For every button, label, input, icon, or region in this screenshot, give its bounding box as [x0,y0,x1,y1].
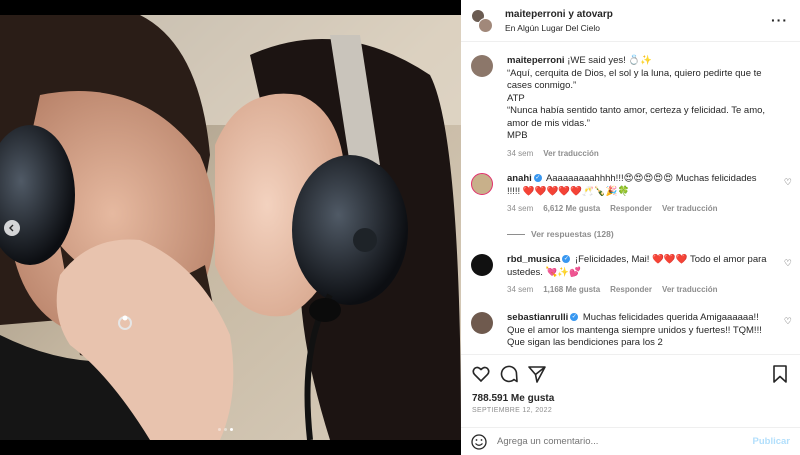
comment-likes[interactable]: 6,612 Me gusta [543,203,600,216]
add-comment-bar: Publicar [461,427,800,455]
comment-icon[interactable] [499,364,519,384]
comment-text: Aaaaaaaaahhhh!!!😍😍😍😍😍 Muchas felicidades… [507,173,757,197]
view-replies[interactable]: Ver respuestas (128) [507,229,614,239]
comment-username[interactable]: rbd_musica [507,254,560,265]
post-authors[interactable]: maiteperroni y atovarp [505,9,613,20]
avatar[interactable] [471,55,493,77]
verified-icon: ✓ [562,255,571,264]
post-header: maiteperroni y atovarp En Algún Lugar De… [461,0,800,42]
emoji-icon[interactable] [471,433,487,450]
carousel-prev-button[interactable] [4,220,20,236]
verified-icon: ✓ [570,313,579,322]
caption-username[interactable]: maiteperroni [507,55,565,66]
add-comment-input[interactable] [497,436,753,447]
heart-icon[interactable]: ♡ [784,177,792,188]
comments-list[interactable]: maiteperroni ¡WE said yes! 💍✨ “Aquí, cer… [461,42,800,354]
more-horizontal-icon[interactable]: ··· [771,12,788,28]
caption-line: ¡WE said yes! 💍✨ [567,55,653,66]
translate-link[interactable]: Ver traducción [662,284,718,297]
reply-link[interactable]: Responder [610,203,652,216]
caption-line: ATP [507,92,525,104]
post-location[interactable]: En Algún Lugar Del Cielo [505,23,613,33]
collab-avatars[interactable] [471,8,493,33]
avatar[interactable] [471,254,493,276]
comment-time[interactable]: 34 sem [507,284,533,297]
heart-icon[interactable] [471,364,491,384]
chevron-left-icon [9,224,14,232]
publish-button[interactable]: Publicar [753,436,791,447]
carousel-dot [224,428,227,431]
post-date[interactable]: SEPTIEMBRE 12, 2022 [472,407,552,414]
heart-icon[interactable]: ♡ [784,258,792,269]
heart-icon[interactable]: ♡ [784,316,792,327]
translate-link[interactable]: Ver traducción [543,148,599,161]
avatar[interactable] [471,312,493,334]
caption-line: MPB [507,130,528,141]
avatar[interactable] [471,173,493,195]
post-photo [0,15,461,440]
comment-time[interactable]: 34 sem [507,203,533,216]
carousel-dot-active [230,428,233,431]
carousel-dot [218,428,221,431]
comment-username[interactable]: sebastianrulli [507,312,568,323]
reply-link[interactable]: Responder [610,284,652,297]
caption-line: “Aquí, cerquita de Dios, el sol y la lun… [507,67,762,92]
carousel-dots [218,428,233,431]
bookmark-icon[interactable] [770,364,790,384]
comment-username[interactable]: anahi [507,173,532,184]
verified-icon: ✓ [533,174,542,183]
caption-line: “Nunca había sentido tanto amor, certeza… [507,105,766,129]
post-actions: 788.591 Me gusta SEPTIEMBRE 12, 2022 [461,354,800,424]
divider [507,233,525,235]
comment-likes[interactable]: 1,168 Me gusta [543,284,600,297]
likes-count[interactable]: 788.591 Me gusta [472,393,554,404]
translate-link[interactable]: Ver traducción [662,203,718,216]
avatar[interactable] [478,17,493,33]
post-side-panel: maiteperroni y atovarp En Algún Lugar De… [461,0,800,455]
caption-time[interactable]: 34 sem [507,148,533,161]
view-replies-label[interactable]: Ver respuestas (128) [531,229,614,239]
post-media[interactable] [0,0,461,455]
send-icon[interactable] [527,364,547,384]
